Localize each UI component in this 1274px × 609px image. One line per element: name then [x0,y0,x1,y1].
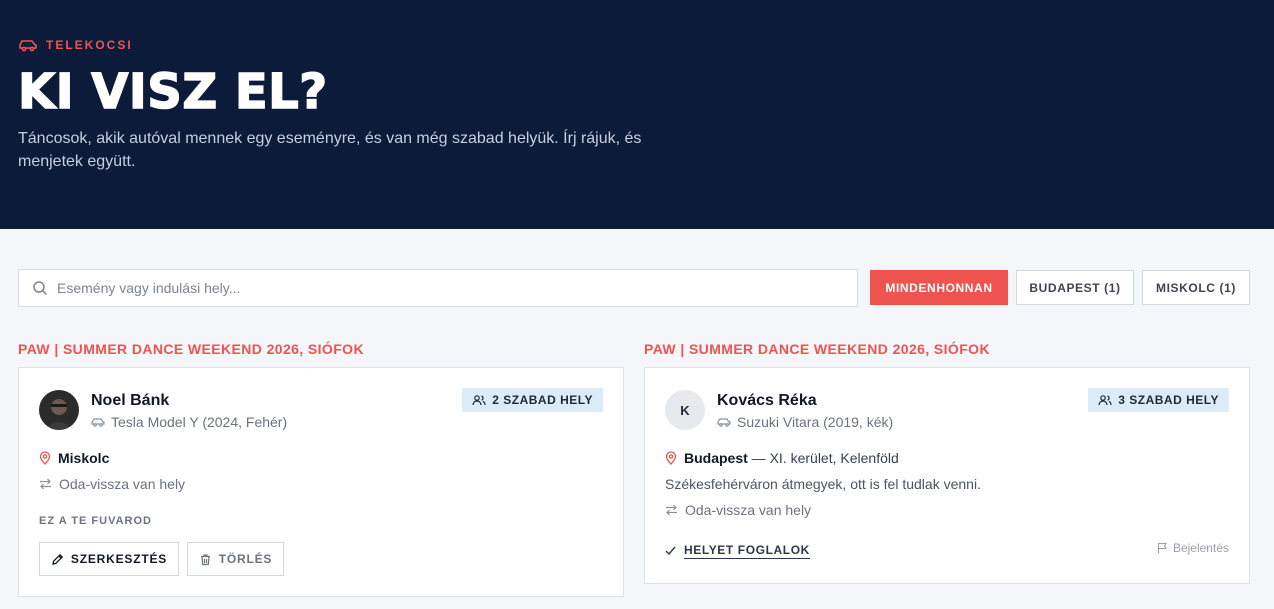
own-ride-label: EZ A TE FUVAROD [39,515,152,527]
car-info: Tesla Model Y (2024, Fehér) [91,414,287,430]
ride-card: K Kovács Réka Suzuki Vitara (2019, kék) … [644,367,1250,584]
users-icon [1098,395,1112,406]
car-icon [19,40,37,52]
flag-icon [1157,542,1167,554]
hero-header: TELEKOCSI KI VISZ EL? Táncosok, akik aut… [0,0,1274,229]
seats-label: 3 SZABAD HELY [1118,393,1219,407]
car-label: Suzuki Vitara (2019, kék) [737,414,894,430]
driver-name[interactable]: Kovács Réka [717,392,817,410]
driver-photo [39,390,79,430]
ride-note: Székesfehérváron átmegyek, ott is fel tu… [665,476,981,492]
event-title[interactable]: PAW | SUMMER DANCE WEEKEND 2026, SIÓFOK [18,341,364,357]
car-icon [717,418,731,427]
location: Miskolc [39,450,109,466]
delete-label: TÖRLÉS [218,552,273,566]
delete-button[interactable]: TÖRLÉS [187,542,284,576]
brand-label: TELEKOCSI [46,38,133,52]
map-pin-icon [39,451,51,465]
swap-icon [666,504,677,516]
filter-all-button[interactable]: MINDENHONNAN [870,270,1008,305]
report-label: Bejelentés [1172,541,1229,555]
avatar[interactable] [39,390,79,430]
map-pin-icon [665,451,677,465]
book-seat-button[interactable]: HELYET FOGLALOK [665,543,810,559]
location-city: Budapest [684,450,748,466]
trash-icon [200,553,210,565]
brand: TELEKOCSI [18,38,133,52]
book-seat-label: HELYET FOGLALOK [684,543,810,559]
swap-icon [40,478,51,490]
seats-badge: 3 SZABAD HELY [1088,388,1229,412]
round-trip-label: Oda-vissza van hely [59,476,186,492]
filter-budapest-button[interactable]: BUDAPEST (1) [1016,270,1134,305]
users-icon [472,395,486,406]
car-label: Tesla Model Y (2024, Fehér) [111,414,288,430]
search-input[interactable] [57,280,817,296]
event-title[interactable]: PAW | SUMMER DANCE WEEKEND 2026, SIÓFOK [644,341,990,357]
location: Budapest — XI. kerület, Kelenföld [665,450,899,466]
check-icon [665,546,676,556]
page-subtitle: Táncosok, akik autóval mennek egy esemén… [18,130,642,170]
seats-badge: 2 SZABAD HELY [462,388,603,412]
filter-miskolc-button[interactable]: MISKOLC (1) [1142,270,1250,305]
search-icon [33,281,48,296]
driver-name[interactable]: Noel Bánk [91,392,169,410]
report-link[interactable]: Bejelentés [1157,541,1229,555]
location-city: Miskolc [58,450,110,466]
location-detail: — XI. kerület, Kelenföld [747,450,899,466]
seats-label: 2 SZABAD HELY [492,393,593,407]
car-info: Suzuki Vitara (2019, kék) [717,414,893,430]
round-trip: Oda-vissza van hely [665,502,811,518]
edit-label: SZERKESZTÉS [70,552,168,566]
ride-card: Noel Bánk Tesla Model Y (2024, Fehér) 2 … [18,367,624,597]
round-trip-label: Oda-vissza van hely [685,502,812,518]
round-trip: Oda-vissza van hely [39,476,185,492]
avatar[interactable]: K [665,390,705,430]
car-icon [91,418,105,427]
pencil-icon [52,553,64,565]
page-title: KI VISZ EL? [17,63,328,121]
edit-button[interactable]: SZERKESZTÉS [39,542,179,576]
search-box[interactable] [18,269,858,307]
